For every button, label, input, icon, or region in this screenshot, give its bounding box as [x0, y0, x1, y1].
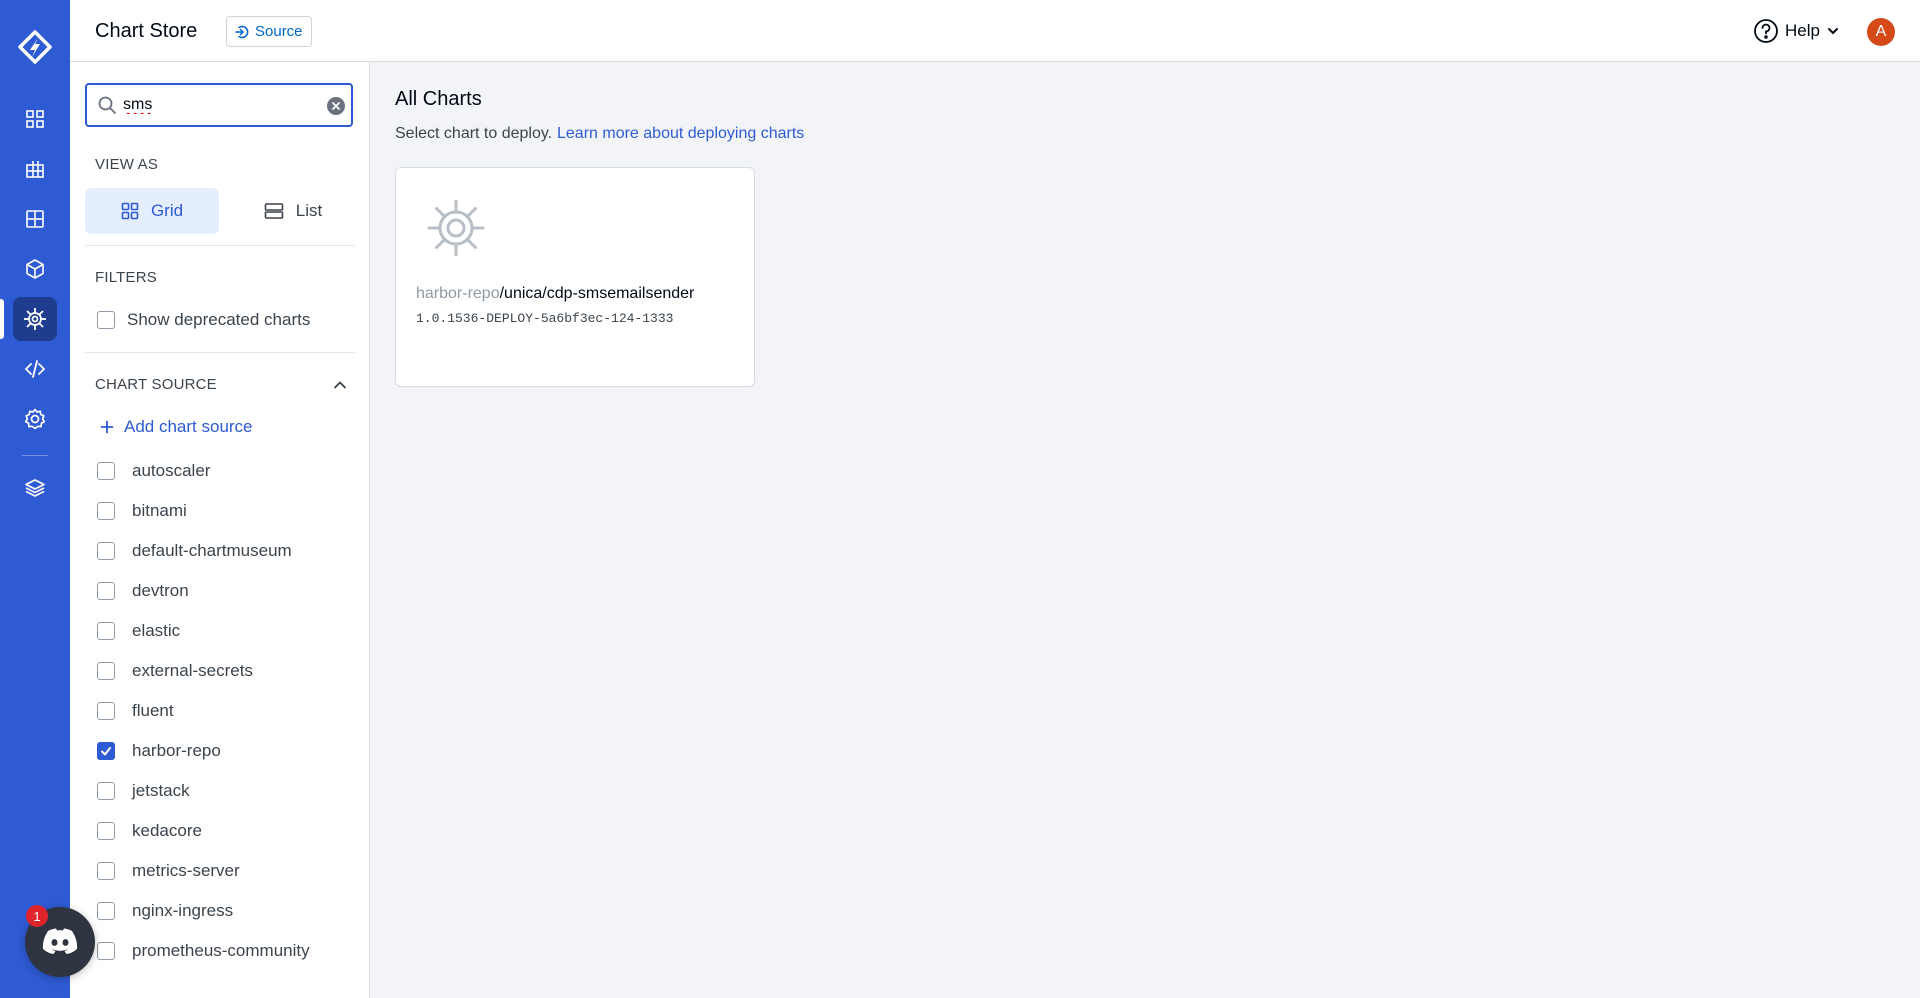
chevron-up-icon[interactable] — [332, 377, 348, 393]
chart-source-item[interactable]: harbor-repo — [97, 731, 357, 771]
chart-source-item[interactable]: fluent — [97, 691, 357, 731]
chart-source-checkbox[interactable] — [97, 662, 115, 680]
devtron-logo-icon[interactable] — [13, 25, 57, 69]
chart-card-chart: /unica/cdp-smsemailsender — [499, 285, 695, 302]
chart-source-item[interactable]: jetstack — [97, 771, 357, 811]
chart-source-checkbox[interactable] — [97, 782, 115, 800]
search-icon — [98, 96, 116, 114]
helm-wheel-icon[interactable] — [13, 297, 57, 341]
add-chart-source-button[interactable]: Add chart source — [100, 417, 253, 437]
code-icon[interactable] — [13, 347, 57, 391]
chart-source-label: default-chartmuseum — [132, 541, 292, 560]
chart-card-version: 1.0.1536-DEPLOY-5a6bf3ec-124-1333 — [416, 311, 674, 326]
chart-source-label: metrics-server — [132, 861, 240, 880]
add-chart-source-label: Add chart source — [124, 417, 253, 436]
list-icon — [264, 203, 284, 219]
chart-source-label: jetstack — [132, 781, 190, 800]
chart-source-checkbox[interactable] — [97, 622, 115, 640]
helm-chart-icon — [427, 199, 485, 257]
chart-source-label: nginx-ingress — [132, 901, 234, 920]
chart-source-checkbox[interactable] — [97, 942, 115, 960]
chart-source-label: fluent — [132, 701, 174, 720]
chart-source-item[interactable]: bitnami — [97, 491, 357, 531]
chart-source-item[interactable]: autoscaler — [97, 451, 357, 491]
page-header: Chart Store Source Help A — [70, 0, 1920, 62]
help-icon — [1754, 19, 1778, 43]
divider — [85, 352, 355, 353]
chart-source-label: devtron — [132, 581, 189, 600]
chart-source-item[interactable]: prometheus-community — [97, 931, 357, 971]
resource-browser-icon[interactable] — [13, 197, 57, 241]
chart-card-repo: harbor-repo — [416, 285, 500, 302]
chart-card[interactable]: harbor-repo/unica/cdp-smsemailsender 1.0… — [395, 167, 755, 387]
chart-source-label: kedacore — [132, 821, 202, 840]
chart-source-checkbox[interactable] — [97, 742, 115, 760]
divider — [85, 245, 355, 246]
nav-active-indicator — [0, 299, 4, 339]
chart-source-checkbox[interactable] — [97, 462, 115, 480]
view-grid-label: Grid — [150, 201, 184, 220]
chart-source-list: autoscaler bitnami default-chartmuseum devt… — [97, 451, 357, 971]
source-button-label: Source — [255, 23, 303, 40]
help-menu[interactable]: Help — [1753, 18, 1840, 44]
chart-source-checkbox[interactable] — [97, 542, 115, 560]
chart-source-checkbox[interactable] — [97, 822, 115, 840]
chart-source-checkbox[interactable] — [97, 862, 115, 880]
nav-divider — [22, 455, 48, 456]
chart-source-item[interactable]: default-chartmuseum — [97, 531, 357, 571]
chart-source-item[interactable]: devtron — [97, 571, 357, 611]
chart-source-item[interactable]: metrics-server — [97, 851, 357, 891]
left-nav — [0, 0, 70, 998]
app-list-icon[interactable] — [13, 97, 57, 141]
chart-source-label: harbor-repo — [132, 741, 221, 760]
chart-source-label: elastic — [132, 621, 181, 640]
clear-search-icon[interactable] — [327, 97, 345, 115]
chevron-down-icon — [1827, 28, 1838, 35]
settings-icon[interactable] — [13, 397, 57, 441]
deprecated-checkbox[interactable] — [97, 311, 115, 329]
view-as-label: VIEW AS — [95, 156, 159, 173]
cube-icon[interactable] — [13, 247, 57, 291]
chart-source-checkbox[interactable] — [97, 502, 115, 520]
plus-icon — [100, 420, 114, 434]
chart-source-item[interactable]: elastic — [97, 611, 357, 651]
deprecated-filter[interactable]: Show deprecated charts — [97, 310, 310, 330]
help-label: Help — [1785, 21, 1820, 40]
deprecated-label: Show deprecated charts — [127, 310, 311, 329]
source-button[interactable]: Source — [226, 16, 312, 47]
all-charts-subtitle: Select chart to deploy. — [395, 125, 553, 142]
chart-source-checkbox[interactable] — [97, 902, 115, 920]
learn-more-link[interactable]: Learn more about deploying charts — [557, 125, 804, 143]
search-box[interactable] — [85, 83, 353, 127]
source-arrow-icon — [235, 25, 249, 38]
job-list-icon[interactable] — [13, 147, 57, 191]
chart-source-item[interactable]: nginx-ingress — [97, 891, 357, 931]
discord-icon — [42, 928, 78, 954]
view-list-button[interactable]: List — [226, 188, 360, 234]
chart-source-label: bitnami — [132, 501, 187, 520]
chart-source-label: CHART SOURCE — [95, 376, 217, 393]
avatar[interactable]: A — [1867, 18, 1895, 46]
chart-source-label: prometheus-community — [132, 941, 310, 960]
chart-source-item[interactable]: kedacore — [97, 811, 357, 851]
chart-card-name: harbor-repo/unica/cdp-smsemailsender — [416, 285, 694, 303]
view-grid-button[interactable]: Grid — [85, 188, 219, 234]
page-title: Chart Store — [95, 20, 198, 42]
chart-source-label: external-secrets — [132, 661, 253, 680]
filter-sidebar: VIEW AS Grid List FILTERS Show deprecate… — [70, 62, 370, 998]
chart-source-label: autoscaler — [132, 461, 211, 480]
notification-badge: 1 — [26, 905, 48, 927]
layers-icon[interactable] — [13, 466, 57, 510]
all-charts-title: All Charts — [395, 88, 482, 110]
chart-source-checkbox[interactable] — [97, 582, 115, 600]
chart-source-checkbox[interactable] — [97, 702, 115, 720]
chart-source-item[interactable]: external-secrets — [97, 651, 357, 691]
filters-label: FILTERS — [95, 269, 157, 286]
grid-icon — [121, 202, 139, 220]
search-input[interactable] — [123, 94, 313, 116]
view-list-label: List — [295, 201, 323, 220]
